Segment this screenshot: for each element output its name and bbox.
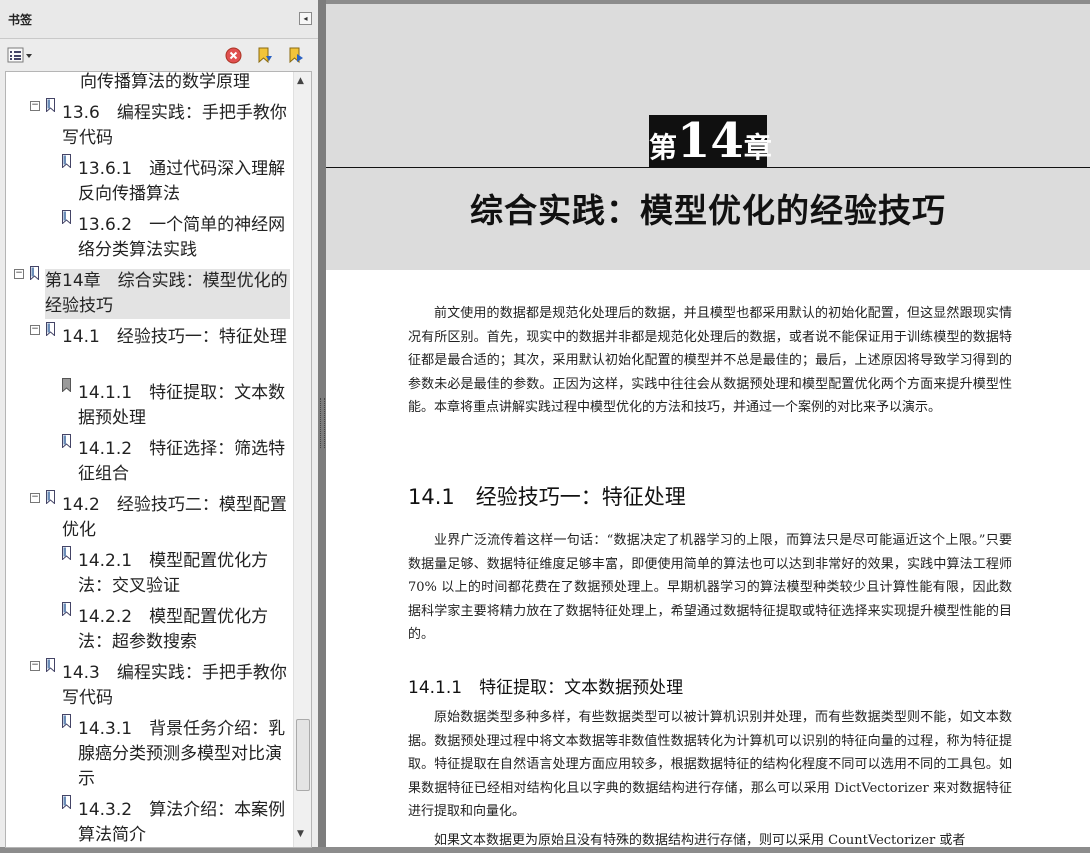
bookmark-item[interactable]: 13.6.1 通过代码深入理解反向传播算法 xyxy=(78,157,290,207)
chapter-number: 14 xyxy=(677,113,744,169)
collapse-panel-button[interactable]: ◂ xyxy=(299,12,312,25)
bookmark-item[interactable]: 14.1 经验技巧一：特征处理 xyxy=(62,325,288,350)
expand-bookmark-icon[interactable] xyxy=(256,47,273,64)
next-paragraph: 如果文本数据更为原始且没有特殊的数据结构进行存储，则可以采用 CountVect… xyxy=(434,833,966,848)
bookmark-label: 第14章 综合实践：模型优化的经验技巧 xyxy=(45,271,288,316)
bookmark-label: 14.1.2 特征选择：筛选特征组合 xyxy=(78,439,286,484)
bookmark-icon xyxy=(30,266,39,280)
panel-title: 书签 xyxy=(8,13,33,27)
bookmark-icon xyxy=(62,795,71,809)
collapse-toggle[interactable]: − xyxy=(30,101,40,111)
bookmark-icon xyxy=(62,210,71,224)
subsection-paragraph: 原始数据类型多种多样，有些数据类型可以被计算机识别并处理，而有些数据类型则不能，… xyxy=(408,710,1012,820)
section-heading: 14.1 经验技巧一：特征处理 xyxy=(408,485,686,509)
bookmark-item[interactable]: 14.3.2 算法介绍：本案例算法简介 xyxy=(78,798,292,847)
chapter-suffix: 章 xyxy=(743,131,772,164)
bookmark-icon xyxy=(62,546,71,560)
bookmark-item[interactable]: 14.3.1 背景任务介绍：乳腺癌分类预测多模型对比演示 xyxy=(78,717,290,792)
chapter-prefix: 第 xyxy=(649,131,678,164)
bookmarks-panel: 书签 ◂ 向传播算法的数学原理 − 13.6 编程实践：手把手教你写代码 13.… xyxy=(0,0,319,848)
bookmark-icon xyxy=(46,322,55,336)
scroll-down-arrow[interactable]: ▼ xyxy=(297,829,304,839)
bookmark-icon xyxy=(62,602,71,616)
bookmark-item[interactable]: 14.1.2 特征选择：筛选特征组合 xyxy=(78,437,290,487)
document-page: 第14章 综合实践：模型优化的经验技巧 前文使用的数据都是规范化处理后的数据，并… xyxy=(326,4,1090,848)
bookmarks-scrollbar[interactable]: ▲ ▼ xyxy=(293,72,311,847)
go-to-bookmark-icon[interactable] xyxy=(287,47,304,64)
bookmark-item[interactable]: 14.2.2 模型配置优化方法：超参数搜索 xyxy=(78,605,278,655)
bookmark-label: 13.6.1 通过代码深入理解反向传播算法 xyxy=(78,159,286,204)
collapse-toggle[interactable]: − xyxy=(30,325,40,335)
bookmark-label: 14.2.2 模型配置优化方法：超参数搜索 xyxy=(78,607,269,652)
bookmark-icon xyxy=(62,154,71,168)
bookmark-item[interactable]: 13.6 编程实践：手把手教你写代码 xyxy=(62,101,288,151)
bookmark-item-selected[interactable]: 第14章 综合实践：模型优化的经验技巧 xyxy=(45,269,290,319)
subsection-heading: 14.1.1 特征提取：文本数据预处理 xyxy=(408,678,684,698)
bookmarks-toolbar xyxy=(0,39,318,71)
section-paragraph: 业界广泛流传着这样一句话：“数据决定了机器学习的上限，而算法只是尽可能逼近这个上… xyxy=(408,533,1012,643)
bookmark-label: 14.3 编程实践：手把手教你写代码 xyxy=(62,663,287,708)
bookmark-label: 14.3.2 算法介绍：本案例算法简介 xyxy=(78,800,286,845)
collapse-toggle[interactable]: − xyxy=(30,661,40,671)
collapse-toggle[interactable]: − xyxy=(30,493,40,503)
bookmark-icon xyxy=(46,98,55,112)
collapse-toggle[interactable]: − xyxy=(14,269,24,279)
bookmark-item[interactable]: 14.1.1 特征提取：文本数据预处理 xyxy=(78,381,292,431)
scrollbar-thumb[interactable] xyxy=(296,719,310,791)
bookmark-label: 14.2.1 模型配置优化方法：交叉验证 xyxy=(78,551,269,596)
bookmark-label: 14.3.1 背景任务介绍：乳腺癌分类预测多模型对比演示 xyxy=(78,719,286,789)
chapter-title: 综合实践：模型优化的经验技巧 xyxy=(470,191,946,230)
bookmark-icon xyxy=(62,434,71,448)
bookmark-item[interactable]: 13.6.2 一个简单的神经网络分类算法实践 xyxy=(78,213,290,263)
chapter-divider xyxy=(326,167,1090,168)
bookmarks-tree: 向传播算法的数学原理 − 13.6 编程实践：手把手教你写代码 13.6.1 通… xyxy=(5,71,312,848)
splitter-grip[interactable] xyxy=(320,398,325,448)
panel-header: 书签 ◂ xyxy=(0,0,318,39)
bookmark-item[interactable]: 14.2 经验技巧二：模型配置优化 xyxy=(62,493,288,543)
bookmark-label: 14.2 经验技巧二：模型配置优化 xyxy=(62,495,287,540)
list-options-icon[interactable] xyxy=(7,47,33,64)
bookmark-label: 14.1.1 特征提取：文本数据预处理 xyxy=(78,383,286,428)
bookmark-icon xyxy=(62,714,71,728)
bookmark-label: 14.1 经验技巧一：特征处理 xyxy=(62,327,287,347)
bookmark-label: 13.6 编程实践：手把手教你写代码 xyxy=(62,103,287,148)
bookmark-label: 向传播算法的数学原理 xyxy=(80,72,250,92)
bookmark-icon xyxy=(46,490,55,504)
bookmark-item[interactable]: 向传播算法的数学原理 xyxy=(80,72,290,95)
bookmark-item[interactable]: 14.2.1 模型配置优化方法：交叉验证 xyxy=(78,549,278,599)
bookmark-item[interactable]: 14.3 编程实践：手把手教你写代码 xyxy=(62,661,288,711)
bookmark-icon xyxy=(62,378,71,392)
intro-paragraph: 前文使用的数据都是规范化处理后的数据，并且模型也都采用默认的初始化配置，但这显然… xyxy=(408,306,1012,416)
bookmark-label: 13.6.2 一个简单的神经网络分类算法实践 xyxy=(78,215,286,260)
delete-icon[interactable] xyxy=(225,47,242,64)
scroll-up-arrow[interactable]: ▲ xyxy=(297,76,304,86)
chapter-number-badge: 第14章 xyxy=(649,113,772,169)
panel-splitter[interactable] xyxy=(318,0,326,847)
bookmark-icon xyxy=(46,658,55,672)
